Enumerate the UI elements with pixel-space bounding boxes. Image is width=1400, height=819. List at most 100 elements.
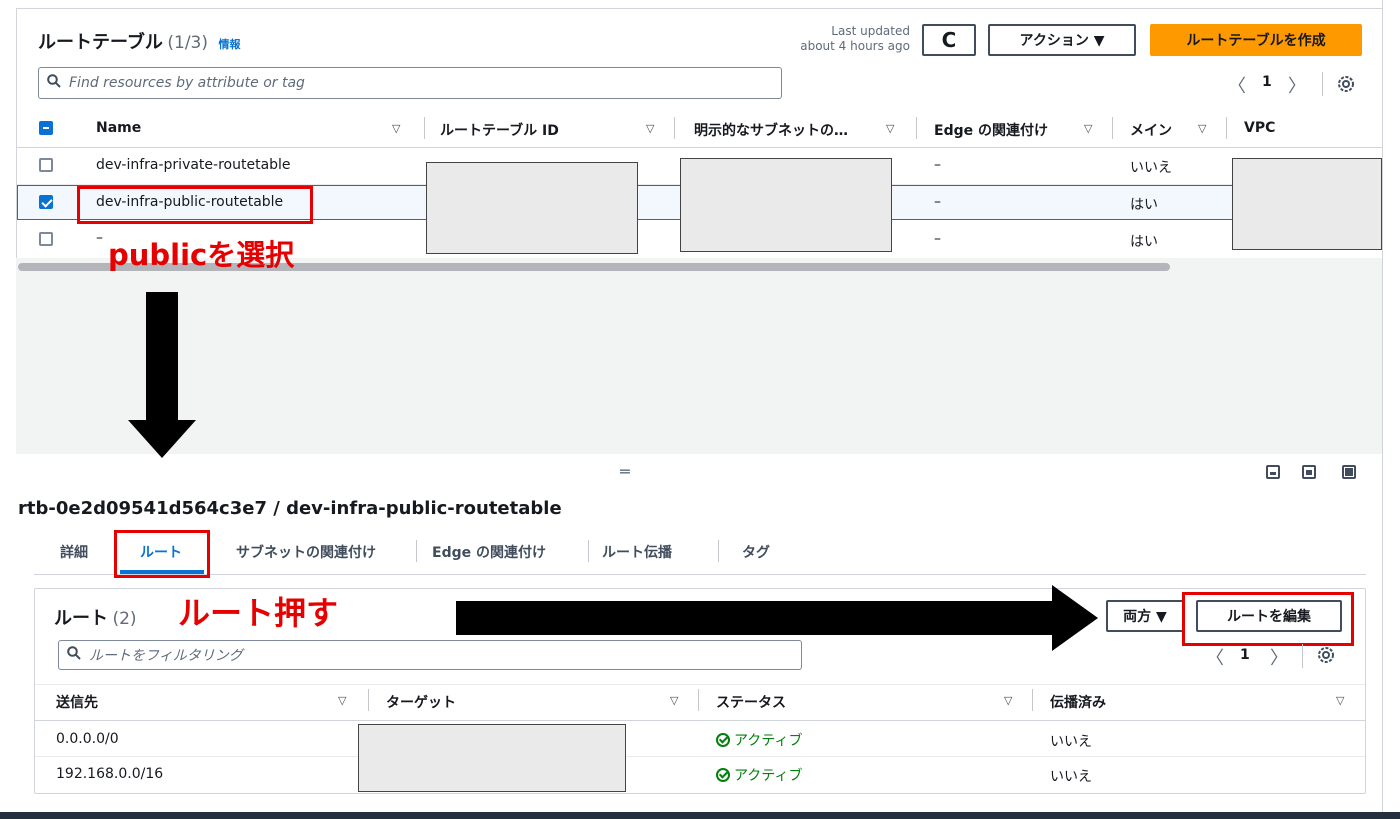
- highlight-public-row: [77, 186, 313, 224]
- pager-divider: [1322, 72, 1323, 96]
- pager-divider: [1302, 644, 1303, 668]
- route-destination: 0.0.0.0/0: [56, 731, 119, 747]
- next-page-icon[interactable]: 〉: [1288, 72, 1306, 98]
- selection-count: (1/3): [167, 33, 208, 53]
- prev-page-icon[interactable]: 〈: [1228, 72, 1246, 98]
- route-status: アクティブ: [716, 765, 802, 785]
- route-status: アクティブ: [716, 730, 802, 750]
- sort-icon[interactable]: ▽: [670, 694, 678, 707]
- col-divider: [916, 117, 917, 139]
- route-propagated: いいえ: [1050, 734, 1092, 750]
- col-divider: [368, 689, 369, 711]
- col-subnet-assoc-header[interactable]: 明示的なサブネットの…: [694, 120, 848, 140]
- routes-header: ルート (2): [54, 604, 137, 630]
- bottom-bar: [0, 812, 1400, 819]
- main-value: はい: [1130, 197, 1158, 213]
- status-ok-icon: [716, 768, 730, 782]
- last-updated: Last updated about 4 hours ago: [790, 24, 910, 54]
- row-divider: [35, 756, 1365, 757]
- resize-handle-icon[interactable]: ═: [620, 462, 630, 481]
- main-value: はい: [1130, 234, 1158, 250]
- next-page-icon[interactable]: 〉: [1270, 644, 1288, 670]
- refresh-button[interactable]: C: [922, 24, 976, 56]
- resource-search-input[interactable]: Find resources by attribute or tag: [38, 67, 782, 99]
- status-text: アクティブ: [734, 733, 803, 749]
- row-checkbox[interactable]: [39, 158, 53, 172]
- col-divider: [674, 117, 675, 139]
- last-updated-label: Last updated: [831, 24, 910, 38]
- tab-route-propagation[interactable]: ルート伝播: [602, 542, 672, 562]
- select-all-checkbox[interactable]: [39, 121, 53, 135]
- col-main-header[interactable]: メイン: [1130, 120, 1172, 140]
- col-route-table-id-header[interactable]: ルートテーブル ID: [440, 120, 559, 140]
- edge-assoc-value: –: [934, 194, 941, 210]
- route-propagated: いいえ: [1050, 769, 1092, 785]
- row-checkbox-checked[interactable]: [39, 195, 53, 209]
- page-number[interactable]: 1: [1240, 647, 1250, 663]
- route-destination: 192.168.0.0/16: [56, 766, 164, 782]
- sort-icon[interactable]: ▽: [886, 122, 894, 135]
- tab-details[interactable]: 詳細: [60, 542, 88, 562]
- header-divider: [35, 720, 1365, 721]
- tab-divider: [718, 540, 719, 562]
- route-filter-placeholder: ルートをフィルタリング: [89, 648, 243, 664]
- tab-divider: [416, 540, 417, 562]
- tab-edge-associations[interactable]: Edge の関連付け: [432, 542, 546, 562]
- col-name-header[interactable]: Name: [96, 120, 141, 136]
- search-icon: [67, 646, 81, 664]
- redacted-targets: [358, 724, 626, 792]
- highlight-edit-routes: [1182, 592, 1354, 646]
- routes-table-header: [35, 684, 1365, 720]
- col-edge-header[interactable]: Edge の関連付け: [934, 120, 1048, 140]
- settings-gear-icon[interactable]: [1336, 74, 1356, 98]
- route-table-name[interactable]: dev-infra-private-routetable: [96, 157, 291, 173]
- sort-icon[interactable]: ▽: [1198, 122, 1206, 135]
- tab-tags[interactable]: タグ: [742, 542, 770, 562]
- search-placeholder: Find resources by attribute or tag: [69, 75, 305, 91]
- main-value: いいえ: [1130, 160, 1172, 176]
- routes-count: (2): [112, 609, 137, 629]
- down-arrow: [128, 292, 196, 458]
- settings-gear-icon[interactable]: [1316, 645, 1336, 669]
- refresh-icon: C: [941, 28, 957, 52]
- annotation-press-route: ルート押す: [178, 594, 339, 632]
- create-route-table-button[interactable]: ルートテーブルを作成: [1150, 24, 1362, 56]
- panel-bottom-icon[interactable]: [1266, 465, 1280, 479]
- edge-assoc-value: –: [934, 231, 941, 247]
- tabs-underline: [34, 574, 1366, 575]
- row-checkbox[interactable]: [39, 232, 53, 246]
- col-divider: [1226, 117, 1227, 139]
- actions-button[interactable]: アクション ▼: [988, 24, 1136, 56]
- info-link[interactable]: 情報: [218, 38, 240, 51]
- sort-icon[interactable]: ▽: [1336, 694, 1344, 707]
- sort-icon[interactable]: ▽: [646, 122, 654, 135]
- redacted-route-table-ids: [426, 162, 638, 254]
- col-divider: [424, 117, 425, 139]
- propagation-filter-dropdown[interactable]: 両方 ▼: [1106, 600, 1184, 632]
- col-status-header[interactable]: ステータス: [716, 692, 786, 712]
- panel-full-icon[interactable]: [1342, 465, 1356, 479]
- sort-icon[interactable]: ▽: [1004, 694, 1012, 707]
- page-title: ルートテーブル: [38, 32, 163, 53]
- prev-page-icon[interactable]: 〈: [1206, 644, 1224, 670]
- col-propagated-header[interactable]: 伝播済み: [1050, 692, 1106, 712]
- col-vpc-header[interactable]: VPC: [1244, 120, 1275, 136]
- redacted-vpc: [1232, 158, 1382, 250]
- panel-side-icon[interactable]: [1302, 465, 1316, 479]
- col-divider: [1032, 689, 1033, 711]
- status-ok-icon: [716, 733, 730, 747]
- sort-icon[interactable]: ▽: [392, 122, 400, 135]
- sort-icon[interactable]: ▽: [1084, 122, 1092, 135]
- annotation-select-public: publicを選択: [108, 238, 295, 272]
- detail-heading: rtb-0e2d09541d564c3e7 / dev-infra-public…: [18, 498, 562, 519]
- route-table-name[interactable]: –: [96, 230, 103, 246]
- edge-assoc-value: –: [934, 157, 941, 173]
- tab-subnet-associations[interactable]: サブネットの関連付け: [236, 542, 376, 562]
- page-number[interactable]: 1: [1262, 74, 1272, 90]
- col-divider: [698, 689, 699, 711]
- col-target-header[interactable]: ターゲット: [386, 692, 456, 712]
- sort-icon[interactable]: ▽: [338, 694, 346, 707]
- col-destination-header[interactable]: 送信先: [56, 692, 98, 712]
- route-filter-input[interactable]: ルートをフィルタリング: [58, 640, 802, 670]
- tab-divider: [588, 540, 589, 562]
